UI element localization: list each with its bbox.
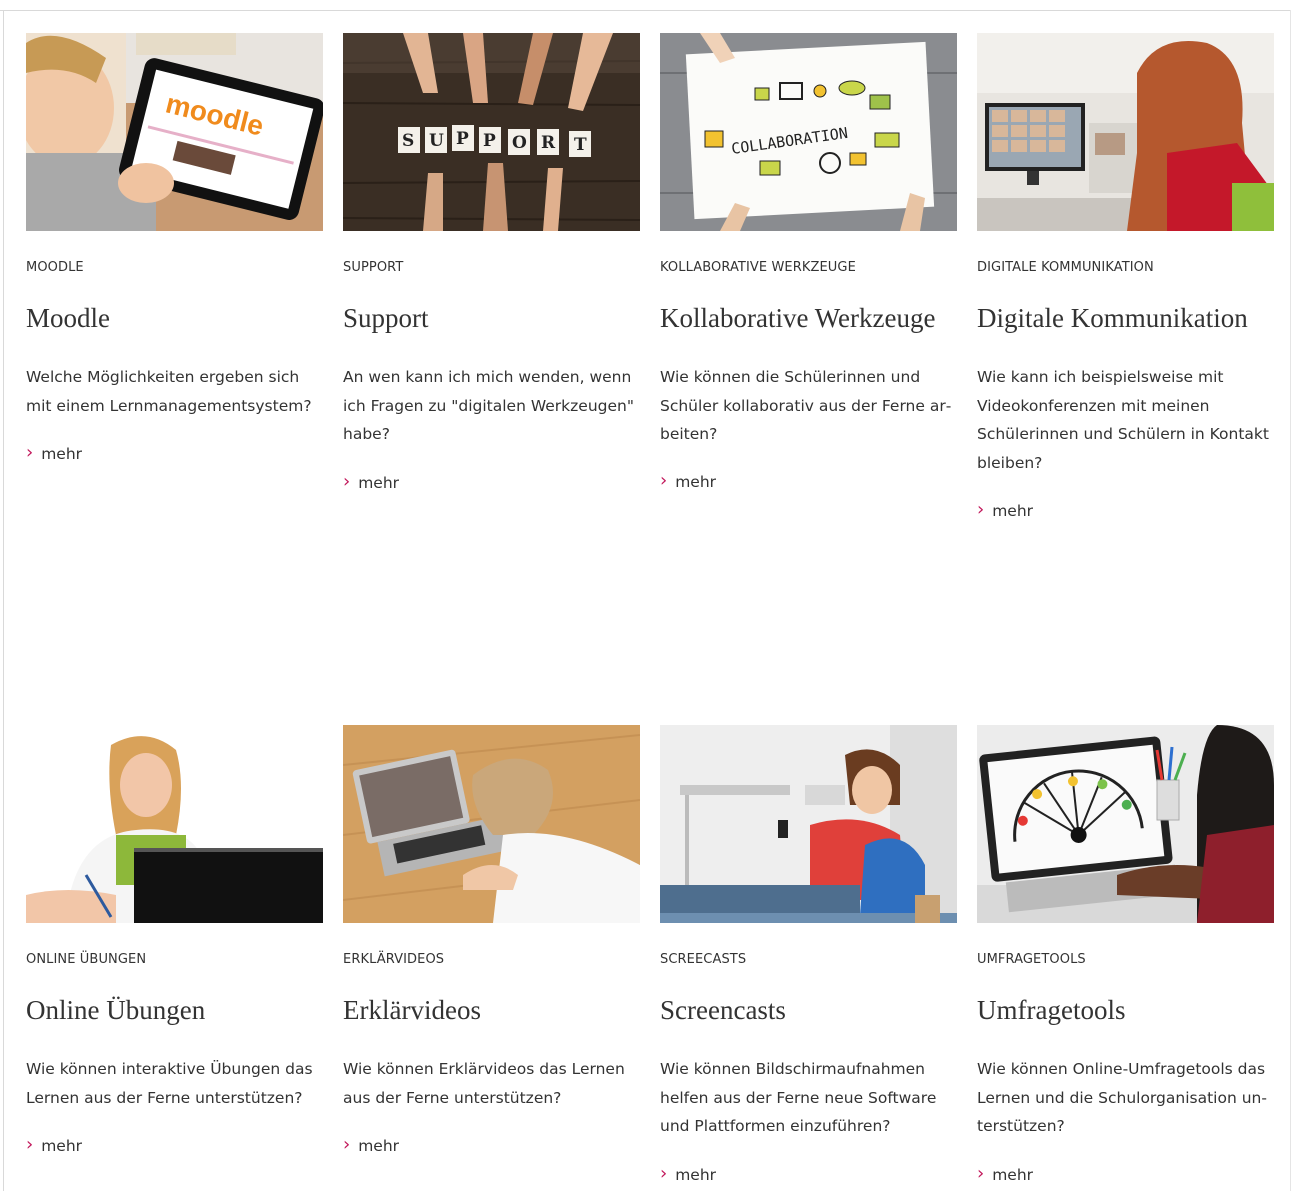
card-description: An wen kann ich mich wenden, wenn ich Fr…: [343, 368, 634, 444]
more-link-label: mehr: [992, 1166, 1034, 1184]
card-image-collaboration[interactable]: COLLABORATION: [660, 33, 957, 231]
more-link-label: mehr: [41, 445, 83, 463]
card-image-moodle[interactable]: moodle: [26, 33, 323, 231]
card-description: Wie können Online-Umfragetools das Lerne…: [977, 1060, 1267, 1136]
more-link-label: mehr: [41, 1137, 83, 1155]
card-category: ONLINE ÜBUNGEN: [26, 952, 147, 967]
more-link[interactable]: › mehr: [26, 1134, 83, 1156]
card-title[interactable]: Support: [343, 303, 429, 334]
letter-tile: O: [512, 133, 527, 153]
card-description: Wie können Bildschirmaufnahmen helfen au…: [660, 1060, 937, 1136]
moodle-image: moodle: [26, 33, 323, 231]
more-link[interactable]: › mehr: [26, 442, 83, 464]
card-category: KOLLABORATIVE WERKZEUGE: [660, 260, 856, 275]
card-image-screencasts[interactable]: [660, 725, 957, 923]
more-link[interactable]: › mehr: [343, 1134, 400, 1156]
card-digitale-kommunikation: DIGITALE KOMMUNIKATION Digitale Kommunik…: [977, 33, 1274, 520]
letter-tile: U: [429, 131, 444, 151]
chevron-right-icon: ›: [26, 442, 34, 463]
chevron-right-icon: ›: [977, 499, 985, 520]
card-category: SUPPORT: [343, 260, 404, 275]
support-image: S U P P O R T: [343, 33, 640, 231]
card-umfragetools: UMFRAGETOOLS Umfragetools Wie können Onl…: [977, 725, 1274, 1184]
card-title[interactable]: Digitale Kommunikation: [977, 303, 1248, 334]
letter-tile: P: [483, 131, 496, 151]
collaboration-image: COLLABORATION: [660, 33, 957, 231]
card-erklaervideos: ERKLÄRVIDEOS Erklärvideos Wie können Erk…: [343, 725, 640, 1155]
card-moodle: moodle MOODLE Moodle Welche Möglichkeite…: [26, 33, 323, 463]
card-category: UMFRAGETOOLS: [977, 952, 1086, 967]
more-link-label: mehr: [358, 474, 400, 492]
video-call-image: [977, 33, 1274, 231]
letter-tile: P: [456, 129, 469, 149]
page-border-top: [0, 10, 1291, 11]
card-online-uebungen: ONLINE ÜBUNGEN Online Übungen Wie können…: [26, 725, 323, 1155]
more-link-label: mehr: [992, 502, 1034, 520]
card-kollaborative-werkzeuge: COLLABORATION KOLLABORATIVE WERKZEUGE Ko…: [660, 33, 957, 491]
card-title[interactable]: Screencasts: [660, 995, 786, 1026]
girl-computer-image: [26, 725, 323, 923]
more-link-label: mehr: [358, 1137, 400, 1155]
more-link[interactable]: › mehr: [977, 1163, 1034, 1185]
more-link[interactable]: › mehr: [660, 1163, 717, 1185]
card-description: Wie kann ich beispielsweise mit Videokon…: [977, 368, 1269, 472]
chevron-right-icon: ›: [660, 470, 668, 491]
more-link[interactable]: › mehr: [977, 499, 1034, 521]
card-image-online-uebungen[interactable]: [26, 725, 323, 923]
boy-phone-image: [660, 725, 957, 923]
card-title[interactable]: Moodle: [26, 303, 110, 334]
card-category: ERKLÄRVIDEOS: [343, 952, 445, 967]
card-description: Welche Möglichkeiten ergeben sich mit ei…: [26, 368, 312, 415]
card-description: Wie können Erklärvideos das Lernen aus d…: [343, 1060, 625, 1107]
card-image-communication[interactable]: [977, 33, 1274, 231]
chevron-right-icon: ›: [343, 1134, 351, 1155]
card-description: Wie können die Schülerinnen und Schüler …: [660, 368, 952, 444]
card-title[interactable]: Kollaborative Werkzeuge: [660, 303, 935, 334]
card-image-erklaervideos[interactable]: [343, 725, 640, 923]
girl-laptop-floor-image: [343, 725, 640, 923]
card-description: Wie können interaktive Übungen das Lerne…: [26, 1060, 313, 1107]
chevron-right-icon: ›: [343, 471, 351, 492]
more-link[interactable]: › mehr: [660, 470, 717, 492]
letter-tile: T: [574, 135, 587, 155]
letter-tile: R: [541, 133, 556, 153]
card-title[interactable]: Umfragetools: [977, 995, 1125, 1026]
card-image-support[interactable]: S U P P O R T: [343, 33, 640, 231]
card-category: MOODLE: [26, 260, 84, 275]
letter-tile: S: [402, 131, 414, 151]
chevron-right-icon: ›: [26, 1134, 34, 1155]
more-link[interactable]: › mehr: [343, 471, 400, 493]
card-category: DIGITALE KOMMUNIKATION: [977, 260, 1154, 275]
card-category: SCREECASTS: [660, 952, 747, 967]
more-link-label: mehr: [675, 1166, 717, 1184]
card-screencasts: SCREECASTS Screencasts Wie können Bildsc…: [660, 725, 957, 1184]
card-title[interactable]: Online Übungen: [26, 995, 205, 1026]
more-link-label: mehr: [675, 473, 717, 491]
survey-laptop-image: [977, 725, 1274, 923]
page-border-left: [3, 10, 4, 1191]
chevron-right-icon: ›: [660, 1163, 668, 1184]
card-image-umfragetools[interactable]: [977, 725, 1274, 923]
chevron-right-icon: ›: [977, 1163, 985, 1184]
card-title[interactable]: Erklärvideos: [343, 995, 481, 1026]
card-support: S U P P O R T SUPPORT Support An wen kan…: [343, 33, 640, 492]
